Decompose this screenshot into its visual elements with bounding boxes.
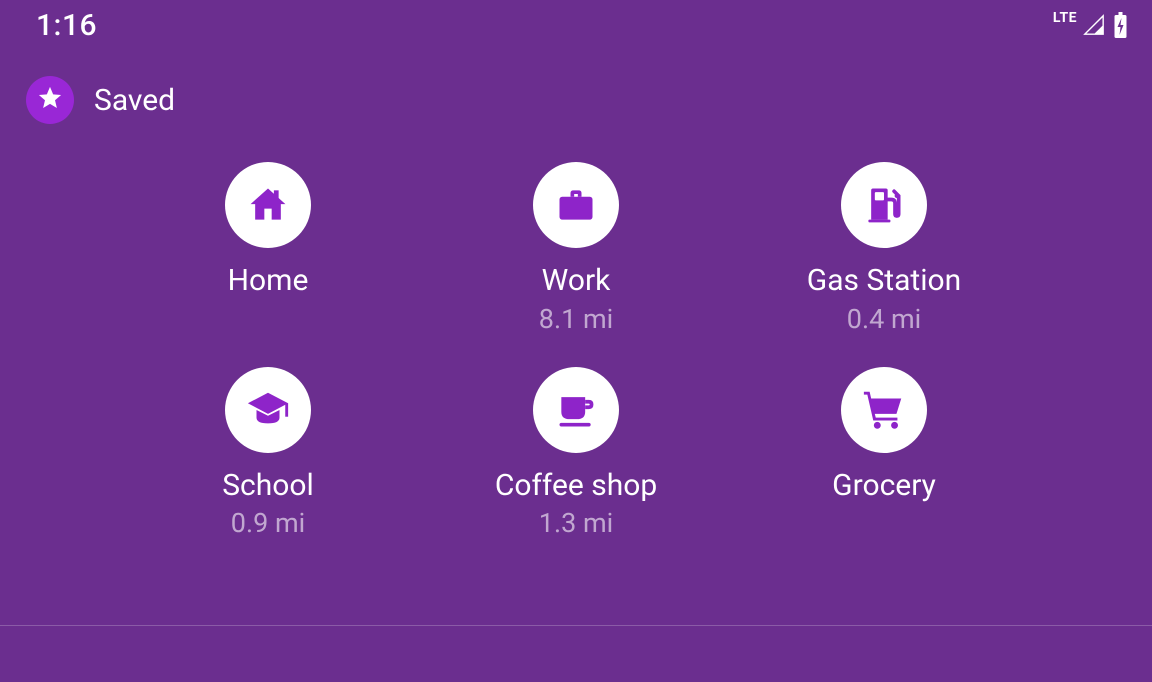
tile-label: Coffee shop bbox=[495, 467, 657, 505]
home-icon bbox=[225, 162, 311, 248]
tile-distance: 0.4 mi bbox=[847, 302, 921, 337]
saved-header: Saved bbox=[0, 50, 1152, 140]
shopping-cart-icon bbox=[841, 367, 927, 453]
status-icons: LTE bbox=[1053, 12, 1128, 38]
tile-distance: 8.1 mi bbox=[539, 302, 613, 337]
page-title: Saved bbox=[94, 83, 175, 118]
tile-gas-station[interactable]: Gas Station 0.4 mi bbox=[739, 162, 1029, 337]
graduation-cap-icon bbox=[225, 367, 311, 453]
tile-label: Gas Station bbox=[807, 262, 961, 300]
signal-icon bbox=[1083, 14, 1105, 36]
tile-label: Grocery bbox=[832, 467, 936, 505]
status-time: 1:16 bbox=[36, 8, 97, 43]
tile-coffee-shop[interactable]: Coffee shop 1.3 mi bbox=[431, 367, 721, 542]
star-badge bbox=[26, 76, 74, 124]
tile-grocery[interactable]: Grocery bbox=[739, 367, 1029, 542]
tile-label: Home bbox=[228, 262, 309, 300]
tile-distance: 0.9 mi bbox=[231, 506, 305, 541]
briefcase-icon bbox=[533, 162, 619, 248]
star-icon bbox=[36, 84, 64, 116]
battery-charging-icon bbox=[1113, 12, 1128, 38]
saved-grid-container: Home Work 8.1 mi bbox=[0, 140, 1152, 541]
status-bar: 1:16 LTE bbox=[0, 0, 1152, 50]
tile-home[interactable]: Home bbox=[123, 162, 413, 337]
coffee-icon bbox=[533, 367, 619, 453]
tile-label: Work bbox=[542, 262, 611, 300]
tile-work[interactable]: Work 8.1 mi bbox=[431, 162, 721, 337]
bottom-divider bbox=[0, 625, 1152, 626]
tile-label: School bbox=[222, 467, 314, 505]
saved-grid: Home Work 8.1 mi bbox=[123, 162, 1029, 541]
tile-school[interactable]: School 0.9 mi bbox=[123, 367, 413, 542]
tile-distance: 1.3 mi bbox=[539, 506, 613, 541]
gas-pump-icon bbox=[841, 162, 927, 248]
network-type-label: LTE bbox=[1053, 10, 1077, 26]
